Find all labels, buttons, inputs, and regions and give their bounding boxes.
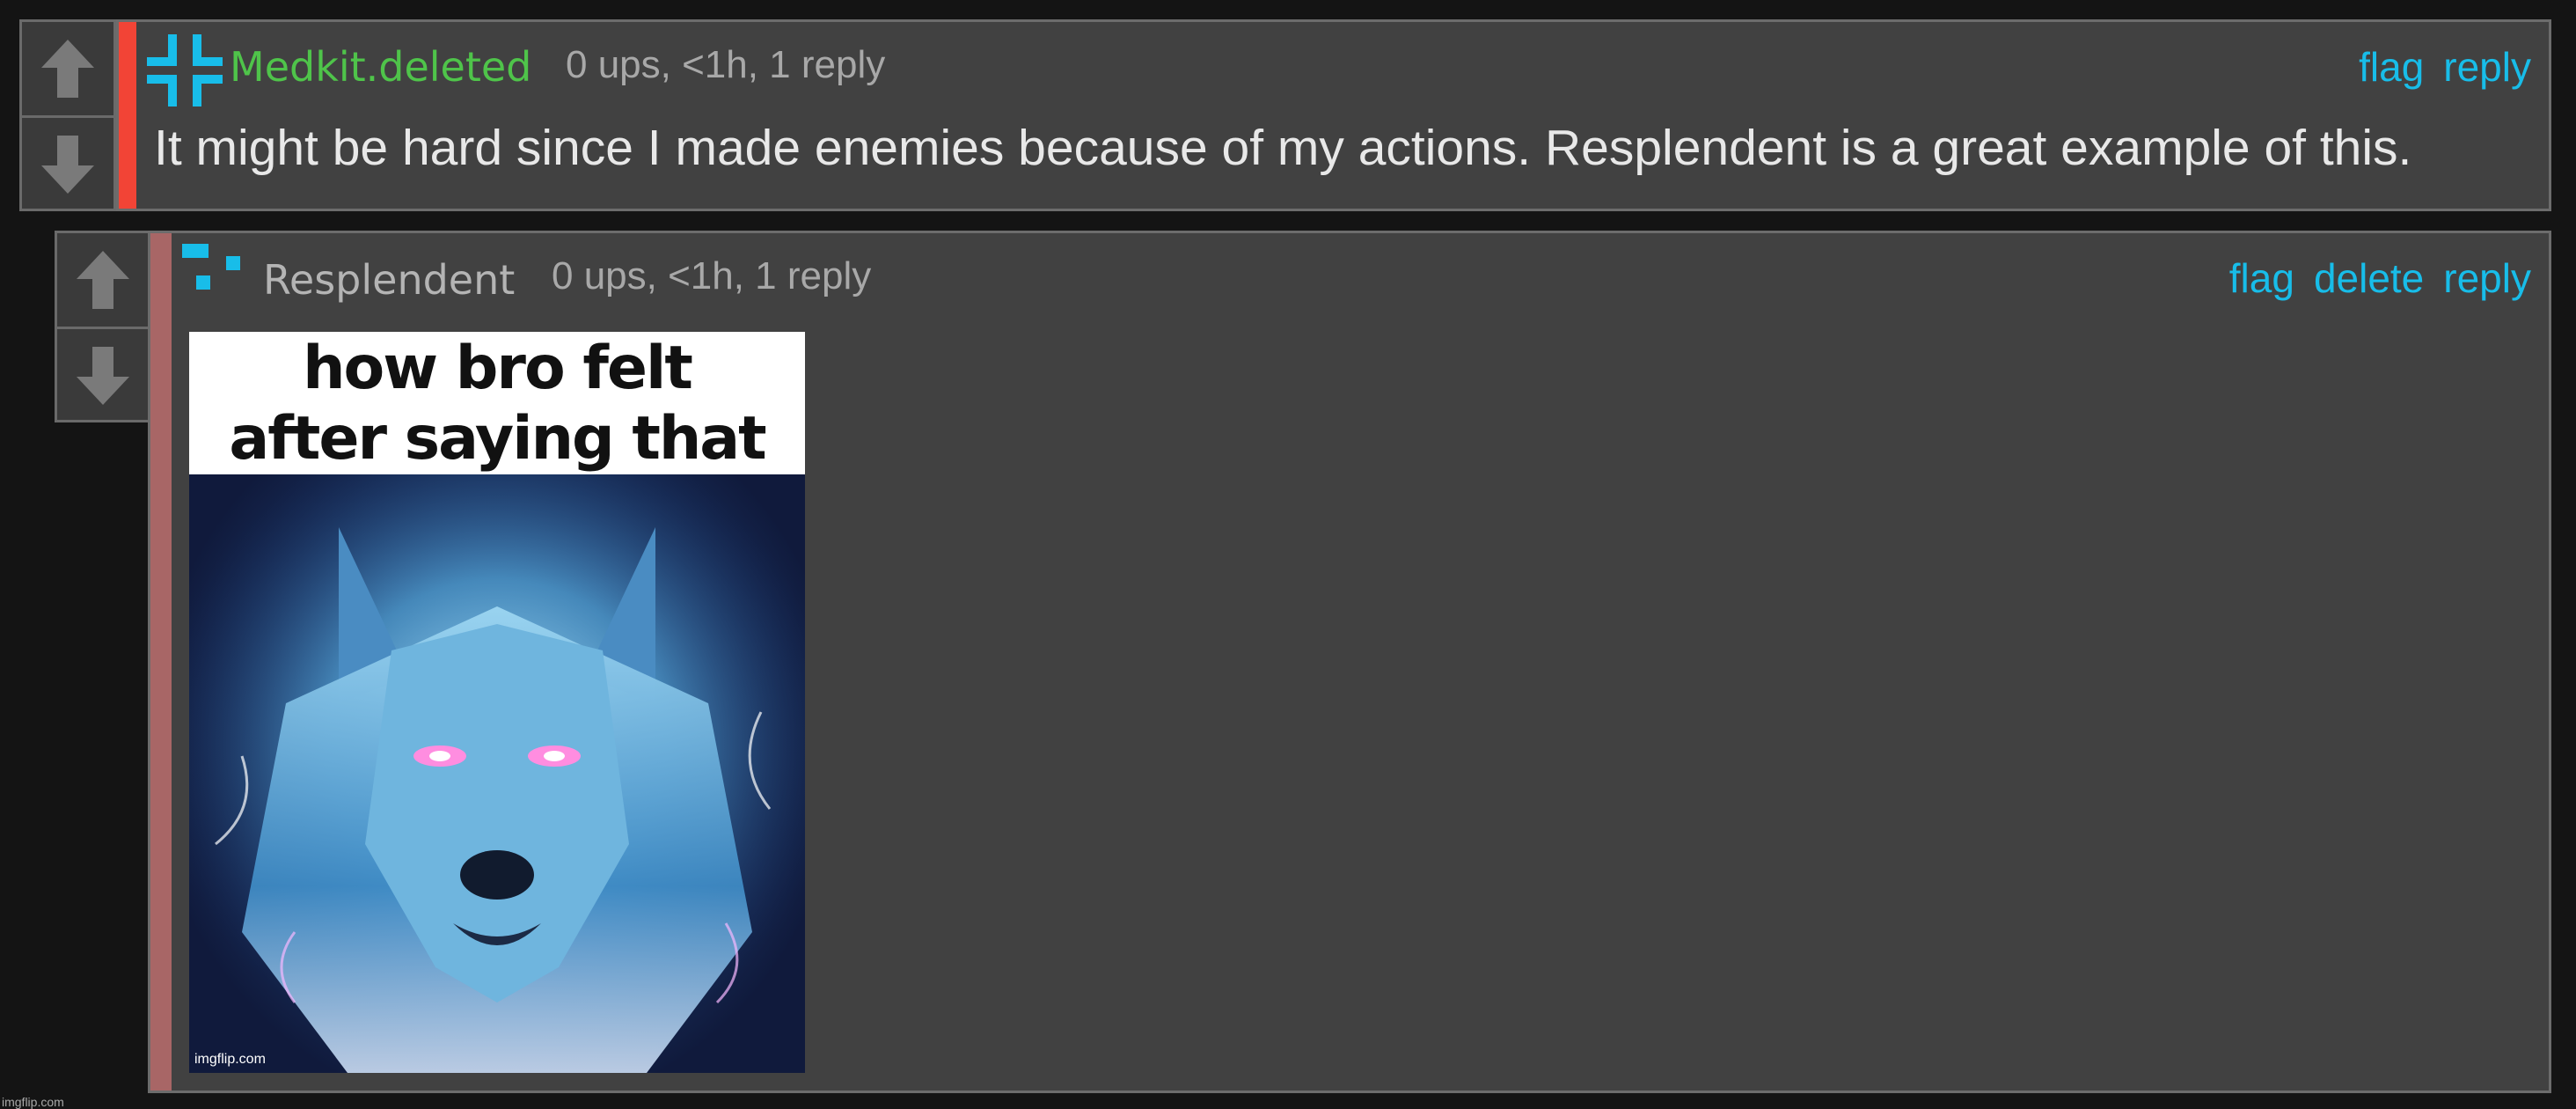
comment-depth-bar: [119, 22, 136, 209]
arrow-up-icon: [41, 40, 94, 98]
flag-button[interactable]: flag: [2229, 254, 2294, 302]
comment-thread: Medkit.deleted 0 ups, <1h, 1 reply flag …: [0, 0, 2576, 1109]
reply-button[interactable]: reply: [2443, 254, 2531, 302]
upvote-button[interactable]: [57, 233, 149, 327]
comment-body: It might be hard since I made enemies be…: [154, 120, 2412, 176]
vote-box: [19, 19, 116, 211]
comment-actions: flag delete reply: [2229, 254, 2531, 302]
username-link[interactable]: Medkit.deleted: [230, 43, 531, 91]
meme-caption: how bro felt after saying that: [189, 332, 805, 476]
username-link[interactable]: Resplendent: [263, 256, 515, 304]
arrow-down-icon: [77, 347, 129, 405]
comment-actions: flag reply: [2359, 43, 2531, 91]
flag-button[interactable]: flag: [2359, 43, 2424, 91]
downvote-button[interactable]: [57, 327, 149, 422]
reply-button[interactable]: reply: [2443, 43, 2531, 91]
vote-box: [55, 231, 151, 422]
comment-meta: 0 ups, <1h, 1 reply: [552, 254, 872, 297]
glowing-wolf-illustration: imgflip.com: [189, 474, 805, 1073]
upvote-button[interactable]: [22, 22, 113, 115]
footer-watermark: imgflip.com: [2, 1095, 64, 1109]
wolf-graphic: [189, 474, 805, 1073]
meme-watermark: imgflip.com: [194, 1052, 266, 1067]
downvote-button[interactable]: [22, 115, 113, 211]
meme-image[interactable]: how bro felt after saying that imgflip.c…: [189, 332, 805, 1073]
comment-meta: 0 ups, <1h, 1 reply: [566, 43, 886, 86]
comment: Medkit.deleted 0 ups, <1h, 1 reply flag …: [116, 19, 2551, 211]
comment-depth-bar: [150, 233, 172, 1091]
medkit-cross-icon: [147, 34, 223, 106]
pixel-squares-icon: [182, 244, 240, 290]
arrow-down-icon: [41, 136, 94, 194]
comment: Resplendent 0 ups, <1h, 1 reply flag del…: [148, 231, 2551, 1093]
arrow-up-icon: [77, 251, 129, 309]
delete-button[interactable]: delete: [2314, 254, 2424, 302]
